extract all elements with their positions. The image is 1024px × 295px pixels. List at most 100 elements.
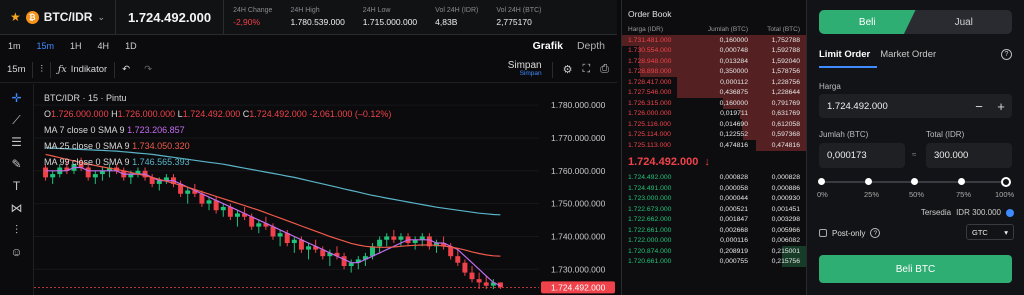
slider-stop-50[interactable]: [911, 178, 918, 185]
buy-tab[interactable]: Beli: [819, 10, 916, 34]
slider-stop-0[interactable]: [818, 178, 825, 185]
tab-market-order[interactable]: Market Order: [880, 49, 936, 60]
plus-icon[interactable]: +: [990, 94, 1012, 118]
timeframe-1m[interactable]: 1m: [0, 41, 29, 51]
bid-row[interactable]: 1.723.000.000 0,000044 0,000930: [622, 194, 806, 205]
y-tick-label: 1.760.000.000: [551, 166, 606, 176]
bid-row[interactable]: 1.722.673.000 0,000521 0,001451: [622, 204, 806, 215]
trendline-icon[interactable]: ⟋: [12, 112, 20, 128]
amount-cell: 0,013284: [719, 57, 748, 65]
amount-input[interactable]: 0,000173: [819, 143, 905, 168]
bid-row[interactable]: 1.720.661.000 0,000755 0,215756: [622, 256, 806, 267]
timeframe-1d[interactable]: 1D: [117, 41, 145, 51]
ask-row[interactable]: 1.726.000.000 0,019711 0,631769: [622, 108, 806, 119]
candle-body: [256, 223, 262, 227]
tab-limit-order[interactable]: Limit Order: [819, 49, 870, 60]
fullscreen-icon[interactable]: ⛶: [582, 63, 590, 76]
swap-icon[interactable]: ≈: [912, 150, 916, 159]
price-cell: 1.730.554.000: [628, 47, 672, 55]
ask-row[interactable]: 1.730.554.000 0,000748 1,592788: [622, 45, 806, 56]
slider-stop-75[interactable]: [958, 178, 965, 185]
time-in-force-select[interactable]: GTC ▾: [966, 224, 1014, 240]
pattern-tool-icon[interactable]: ⋈: [11, 200, 23, 216]
stat-24h-high: 24H High 1.780.539.000: [281, 7, 353, 27]
tab-depth[interactable]: Depth: [577, 40, 605, 52]
indicator-button[interactable]: ƒx Indikator: [51, 64, 114, 75]
tif-value: GTC: [972, 227, 988, 237]
undo-icon[interactable]: ↶: [115, 64, 137, 75]
save-button[interactable]: Simpan Simpan: [508, 61, 542, 78]
add-funds-icon[interactable]: [1006, 208, 1014, 217]
post-only-checkbox[interactable]: [819, 229, 827, 237]
favorite-star-icon[interactable]: ★: [10, 10, 21, 24]
timeframe-15m[interactable]: 15m: [29, 41, 63, 51]
help-icon[interactable]: ?: [870, 228, 881, 238]
bid-row[interactable]: 1.722.661.000 0,002668 0,005966: [622, 225, 806, 236]
timeframe-4h[interactable]: 4H: [90, 41, 118, 51]
redo-icon[interactable]: ↷: [137, 64, 159, 75]
ask-row[interactable]: 1.731.481.000 0,160000 1,752788: [622, 35, 806, 46]
y-tick-label: 1.740.000.000: [551, 231, 606, 241]
total-input[interactable]: 300.000: [926, 143, 1012, 168]
total-cell: 0,631769: [771, 110, 800, 118]
price-cell: 1.722.662.000: [628, 216, 672, 224]
ask-row[interactable]: 1.725.116.000 0,014690 0,612058: [622, 119, 806, 130]
ask-row[interactable]: 1.725.113.000 0,474816 0,474816: [622, 140, 806, 151]
interval-button[interactable]: 15m: [0, 64, 32, 75]
ma99-value: 1.746.565.393: [132, 157, 190, 167]
pair-selector[interactable]: ★ ₿ BTC/IDR ⌄: [0, 0, 116, 34]
total-cell: 0,001451: [771, 205, 800, 213]
legend-ma25: MA 25 close 0 SMA 9 1.734.050.320: [44, 138, 391, 154]
post-only-option[interactable]: Post-only ?: [819, 228, 881, 238]
ask-row[interactable]: 1.727.546.000 0,436875 1,228644: [622, 87, 806, 98]
col-amount: Jumlah (BTC): [707, 25, 748, 33]
bid-row[interactable]: 1.722.000.000 0,000116 0,006082: [622, 236, 806, 247]
bid-row[interactable]: 1.722.662.000 0,001847 0,003298: [622, 215, 806, 226]
mid-price: 1.724.492.000: [628, 155, 699, 168]
candle-type-icon[interactable]: ⫶: [33, 64, 49, 75]
amount-cell: 0,160000: [719, 36, 748, 44]
amount-cell: 0,000521: [719, 205, 748, 213]
amount-slider[interactable]: [818, 177, 1011, 187]
bid-row[interactable]: 1.724.491.000 0,000058 0,000886: [622, 183, 806, 194]
stat-24h-low: 24H Low 1.715.000.000: [354, 7, 426, 27]
ask-row[interactable]: 1.728.417.000 0,000112 1,228756: [622, 77, 806, 88]
percent-label: 75%: [956, 190, 972, 199]
total-cell: 0,791769: [771, 99, 800, 107]
help-icon[interactable]: ?: [1001, 49, 1012, 60]
brush-icon[interactable]: ✎: [11, 156, 21, 172]
crosshair-icon[interactable]: ✛: [11, 90, 21, 106]
total-cell: 0,474816: [771, 141, 800, 149]
amount-cell: 0,000112: [720, 78, 748, 86]
bid-row[interactable]: 1.720.874.000 0,208919 0,215001: [622, 246, 806, 257]
bid-row[interactable]: 1.724.492.000 0,000828 0,000828: [622, 173, 806, 184]
buy-btc-button[interactable]: Beli BTC: [819, 255, 1012, 283]
horizontal-lines-icon[interactable]: ☰: [11, 134, 22, 150]
price-cell: 1.724.492.000: [628, 174, 672, 182]
price-chart[interactable]: 1.780.000.000 1.770.000.000 1.760.000.000 1…: [34, 84, 617, 295]
emoji-icon[interactable]: ☺: [10, 244, 22, 260]
settings-gear-icon[interactable]: ⚙: [563, 63, 573, 76]
timeframe-1h[interactable]: 1H: [62, 41, 90, 51]
slider-handle[interactable]: [1001, 177, 1011, 187]
price-cell: 1.724.491.000: [628, 184, 672, 192]
total-cell: 0,005966: [771, 226, 800, 234]
amount-cell: 0,002668: [719, 226, 748, 234]
ask-row[interactable]: 1.728.948.000 0,013284 1,592040: [622, 56, 806, 67]
measure-tool-icon[interactable]: ⫶: [15, 222, 18, 238]
sell-tab[interactable]: Jual: [916, 10, 1013, 34]
order-book: Order Book Harga (IDR) Jumlah (BTC) Tota…: [621, 0, 807, 295]
ask-row[interactable]: 1.728.898.000 0,350000 1,578756: [622, 66, 806, 77]
slider-stop-25[interactable]: [865, 178, 872, 185]
ma99-label: MA 99 close 0 SMA 9: [44, 157, 130, 167]
tab-grafik[interactable]: Grafik: [533, 40, 563, 52]
amount-cell: 0,019711: [720, 110, 748, 118]
ask-row[interactable]: 1.725.114.000 0,122552 0,597368: [622, 129, 806, 140]
camera-icon[interactable]: ⎙: [600, 63, 609, 76]
ask-row[interactable]: 1.726.315.000 0,160000 0,791769: [622, 98, 806, 109]
chevron-down-icon[interactable]: ⌄: [97, 12, 105, 23]
text-tool-icon[interactable]: T: [13, 178, 20, 194]
minus-icon[interactable]: −: [968, 94, 990, 118]
price-cell: 1.727.546.000: [628, 89, 672, 97]
price-stepper: − +: [968, 94, 1012, 118]
